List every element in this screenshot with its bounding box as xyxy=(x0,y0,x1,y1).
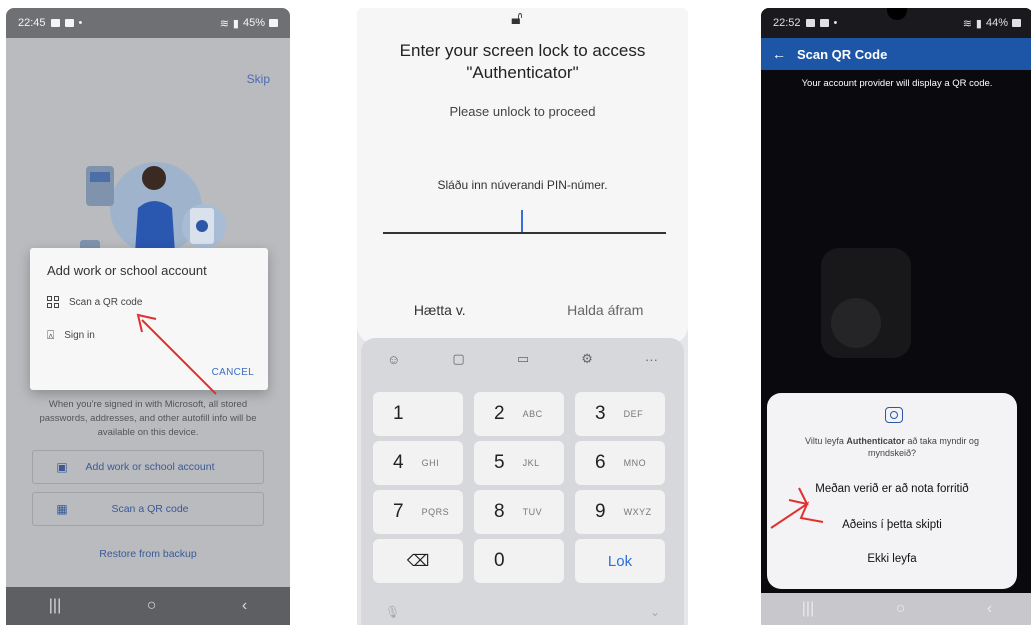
cancel-button[interactable]: Hætta v. xyxy=(357,302,523,318)
key-6[interactable]: 6 MNO xyxy=(575,441,665,485)
pin-label: Sláðu inn núverandi PIN-númer. xyxy=(437,178,608,192)
continue-button[interactable]: Halda áfram xyxy=(523,302,689,318)
lock-subtitle: Please unlock to proceed xyxy=(449,104,596,119)
emoji-icon[interactable]: ☺ xyxy=(387,352,400,367)
hide-keyboard-icon[interactable]: ⌄ xyxy=(650,605,660,619)
numeric-keyboard: ☺ ▢ ▭ ⚙ ··· 1 2 ABC 3 DEF 4 GHI 5 JKL 6 MNO 7… xyxy=(361,338,684,625)
backspace-icon: ⌫ xyxy=(406,553,430,570)
phone-screenshot-add-account: 22:45 • ≋ ▮ 45% Skip When you're signed … xyxy=(6,8,290,625)
sticker-icon[interactable]: ▢ xyxy=(452,351,464,367)
keyboard-toolbar: ☺ ▢ ▭ ⚙ ··· xyxy=(361,348,684,370)
ok-key[interactable]: Lok xyxy=(575,539,665,583)
phone-screenshot-camera-permission: 22:52 • ≋ ▮ 44% ← Scan QR Code Your acco… xyxy=(761,8,1031,625)
red-arrow-annotation xyxy=(770,487,824,529)
phone-screenshot-screen-lock: 🔓︎ Enter your screen lock to access "Aut… xyxy=(357,8,688,625)
key-4[interactable]: 4 GHI xyxy=(373,441,463,485)
key-8[interactable]: 8 TUV xyxy=(474,490,564,534)
key-0[interactable]: 0 xyxy=(474,539,564,583)
backspace-key[interactable]: ⌫ xyxy=(373,539,463,583)
microphone-icon[interactable]: 🎙︎ xyxy=(385,605,400,619)
key-3[interactable]: 3 DEF xyxy=(575,392,665,436)
lock-title: Enter your screen lock to access "Authen… xyxy=(399,41,646,83)
clipboard-icon[interactable]: ▭ xyxy=(517,351,529,367)
key-1[interactable]: 1 xyxy=(373,392,463,436)
pin-cursor xyxy=(521,210,523,232)
lock-actions: Hætta v. Halda áfram xyxy=(357,302,688,318)
key-5[interactable]: 5 JKL xyxy=(474,441,564,485)
pin-input[interactable] xyxy=(383,232,666,234)
key-2[interactable]: 2 ABC xyxy=(474,392,564,436)
keyboard-bottom-bar: 🎙︎ ⌄ xyxy=(361,605,684,619)
settings-gear-icon[interactable]: ⚙ xyxy=(581,351,593,367)
lock-icon: 🔓︎ xyxy=(511,8,523,28)
key-7[interactable]: 7 PQRS xyxy=(373,490,463,534)
red-arrow-annotation xyxy=(136,313,217,395)
more-icon[interactable]: ··· xyxy=(645,352,658,367)
key-9[interactable]: 9 WXYZ xyxy=(575,490,665,534)
